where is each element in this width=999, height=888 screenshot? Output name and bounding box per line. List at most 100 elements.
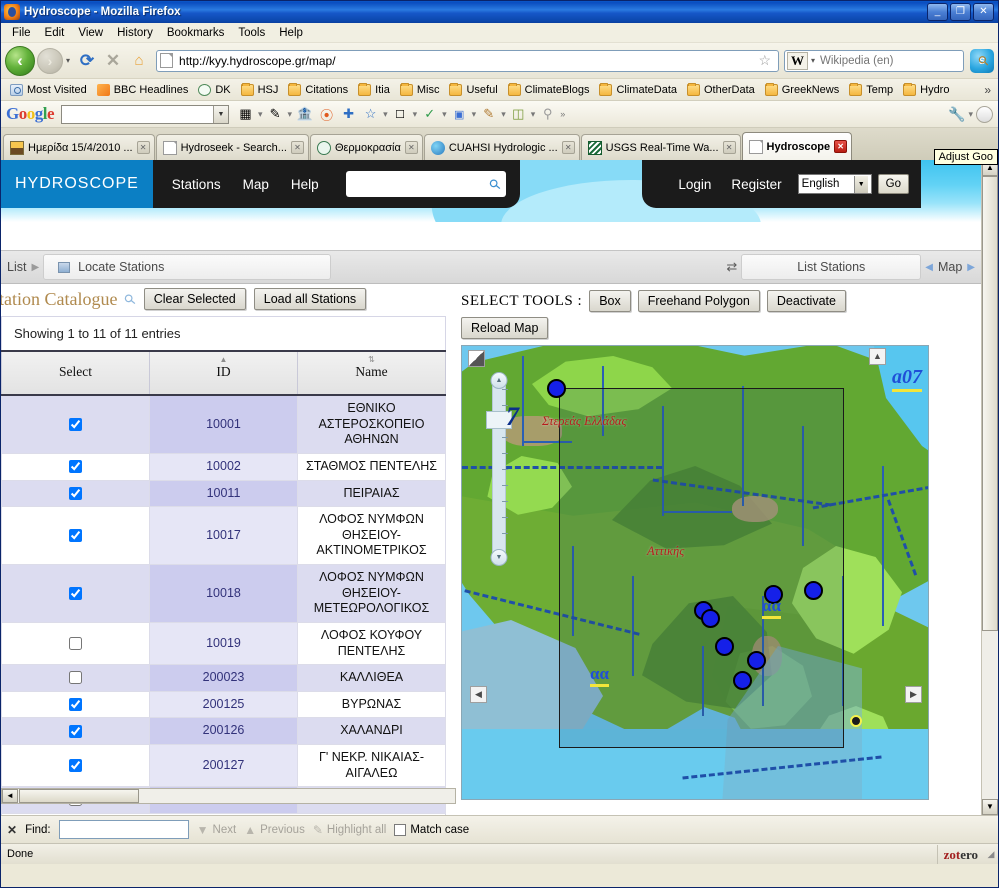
map-canvas[interactable]: Στερεάς Ελλάδας Αττικής αα αα ▲ ▼ 7 ▲ ◀ … [461, 345, 929, 800]
search-engine-icon[interactable]: W [787, 51, 808, 70]
scroll-down-button[interactable]: ▼ [982, 799, 998, 815]
column-header-select[interactable]: Select [1, 350, 150, 396]
row-select-cell[interactable] [1, 743, 150, 788]
search-input[interactable] [818, 53, 977, 68]
account-icon[interactable] [976, 105, 993, 123]
go-button[interactable]: Go [877, 174, 909, 194]
column-header-name[interactable]: ⇅ Name [297, 350, 446, 396]
row-checkbox[interactable] [69, 724, 82, 738]
menu-edit[interactable]: Edit [38, 25, 72, 41]
bookmark-star-icon[interactable]: ☆ [754, 52, 775, 69]
row-select-cell[interactable] [1, 564, 150, 623]
map-zoom-slider[interactable]: ▲ ▼ [490, 372, 508, 566]
login-link[interactable]: Login [668, 177, 721, 192]
menu-file[interactable]: File [5, 25, 38, 41]
plus-icon[interactable]: ✚ [339, 105, 358, 124]
search-icon[interactable]: ⚲ [486, 175, 506, 194]
resize-grip-icon[interactable]: ◢ [984, 849, 998, 860]
close-findbar-icon[interactable]: ✕ [7, 823, 17, 837]
horizontal-scrollbar[interactable]: ◄ [1, 788, 456, 804]
locate-stations-tab[interactable]: Locate Stations [43, 254, 332, 280]
swap-icon[interactable]: ⇄ [726, 259, 737, 275]
box-select-button[interactable]: Box [589, 290, 631, 312]
highlighter-icon[interactable]: ✎ [479, 105, 498, 124]
table-row[interactable]: 200127 Γ' ΝΕΚΡ. ΝΙΚΑΙΑΣ-ΑΙΓΑΛΕΩ [1, 743, 446, 788]
home-icon[interactable]: ⌂ [127, 49, 151, 73]
match-case-checkbox[interactable] [394, 823, 407, 836]
google-apps-icon[interactable]: ▦ [236, 105, 255, 124]
bookmark-itia[interactable]: Itia [353, 82, 395, 97]
row-select-cell[interactable] [1, 664, 150, 692]
map-breadcrumb[interactable]: ◀ Map ▶ [925, 260, 975, 274]
menu-help[interactable]: Help [272, 25, 310, 41]
tab-thermokrasia[interactable]: Θερμοκρασία ✕ [309, 134, 423, 160]
freehand-polygon-button[interactable]: Freehand Polygon [637, 290, 760, 312]
map-station-marker[interactable] [715, 637, 734, 656]
map-pan-right-button[interactable]: ▶ [905, 686, 922, 703]
firefox-sync-icon[interactable]: ⦿ [317, 105, 336, 124]
match-case-toggle[interactable]: Match case [394, 823, 469, 836]
site-search-box[interactable]: ⚲ [345, 171, 506, 197]
page-vertical-scrollbar[interactable]: ▲ ▼ [981, 160, 998, 815]
map-station-marker[interactable] [701, 609, 720, 628]
chevron-right-icon[interactable]: ▶ [967, 262, 975, 273]
tab-close-icon[interactable]: ✕ [136, 141, 150, 154]
wrench-dropdown-icon[interactable]: ▾ [968, 109, 973, 120]
menu-tools[interactable]: Tools [231, 25, 272, 41]
map-selection-box[interactable] [559, 388, 844, 748]
row-checkbox[interactable] [69, 486, 82, 500]
bookmark-greeknews[interactable]: GreekNews [760, 82, 844, 97]
map-station-marker[interactable] [733, 671, 752, 690]
tab-close-icon[interactable]: ✕ [404, 141, 418, 154]
bookmark-star-icon[interactable]: ☆ [361, 105, 380, 124]
notebook-icon[interactable]: ◫ [509, 105, 528, 124]
url-input[interactable] [177, 52, 755, 69]
bookmark-climateblogs[interactable]: ClimateBlogs [503, 82, 595, 97]
eyedropper-icon[interactable]: ⚲ [538, 105, 557, 124]
history-dropdown-icon[interactable]: ▾ [66, 56, 70, 65]
scrollbar-track[interactable] [982, 176, 998, 799]
highlight-all-button[interactable]: ✎ Highlight all [313, 823, 387, 837]
bookmark-otherdata[interactable]: OtherData [682, 82, 760, 97]
minimize-button[interactable]: _ [927, 3, 948, 21]
find-input[interactable] [58, 820, 189, 839]
table-row[interactable]: 200126 ΧΑΛΑΝΔΡΙ [1, 717, 446, 745]
tab-close-icon[interactable]: ✕ [722, 141, 736, 154]
scrollbar-thumb[interactable] [982, 176, 998, 631]
tab-imerida[interactable]: Ημερίδα 15/4/2010 ... ✕ [3, 134, 155, 160]
autofill-icon[interactable]: ▣ [450, 105, 469, 124]
map-pan-up-button[interactable]: ▲ [869, 348, 886, 365]
autofill-dropdown-icon[interactable]: ▾ [472, 109, 477, 120]
tab-close-icon[interactable]: ✕ [290, 141, 304, 154]
row-select-cell[interactable] [1, 479, 150, 508]
row-checkbox[interactable] [69, 671, 82, 685]
nav-map[interactable]: Map [232, 177, 280, 192]
bookmark-dropdown-icon[interactable]: ▾ [383, 109, 388, 120]
row-select-cell[interactable] [1, 394, 150, 454]
deactivate-button[interactable]: Deactivate [766, 290, 846, 312]
notebook-dropdown-icon[interactable]: ▾ [531, 109, 536, 120]
site-logo[interactable]: HYDROSCOPE [1, 160, 153, 208]
back-button[interactable]: ‹ [5, 45, 35, 76]
table-row[interactable]: 10011 ΠΕΙΡΑΙΑΣ [1, 479, 446, 508]
chevron-down-icon[interactable]: ▼ [853, 175, 868, 193]
bookmark-hydro[interactable]: Hydro [898, 82, 954, 97]
table-row[interactable]: 10001 ΕΘΝΙΚΟ ΑΣΤΕΡΟΣΚΟΠΕΙΟ ΑΘΗΝΩΝ [1, 394, 446, 454]
map-station-marker[interactable] [547, 379, 566, 398]
reload-icon[interactable]: ⟳ [75, 49, 99, 73]
maximize-button[interactable]: ❐ [950, 3, 971, 21]
translate-dropdown-icon[interactable]: ▾ [288, 109, 293, 120]
map-station-marker[interactable] [747, 651, 766, 670]
menu-view[interactable]: View [71, 25, 110, 41]
search-bar[interactable]: W ▾ ⚲ [784, 49, 992, 72]
find-previous-button[interactable]: ▲ Previous [244, 823, 305, 837]
bookmark-climatedata[interactable]: ClimateData [594, 82, 682, 97]
list-breadcrumb[interactable]: List ▶ [7, 260, 39, 274]
table-row[interactable]: 200125 ΒΥΡΩΝΑΣ [1, 690, 446, 719]
highlighter-dropdown-icon[interactable]: ▾ [501, 109, 506, 120]
zoom-out-button[interactable]: ▼ [490, 549, 508, 566]
chevron-left-icon[interactable]: ◀ [925, 262, 933, 273]
table-row[interactable]: 200023 ΚΑΛΛΙΘΕΑ [1, 664, 446, 692]
row-select-cell[interactable] [1, 452, 150, 481]
row-select-cell[interactable] [1, 621, 150, 666]
